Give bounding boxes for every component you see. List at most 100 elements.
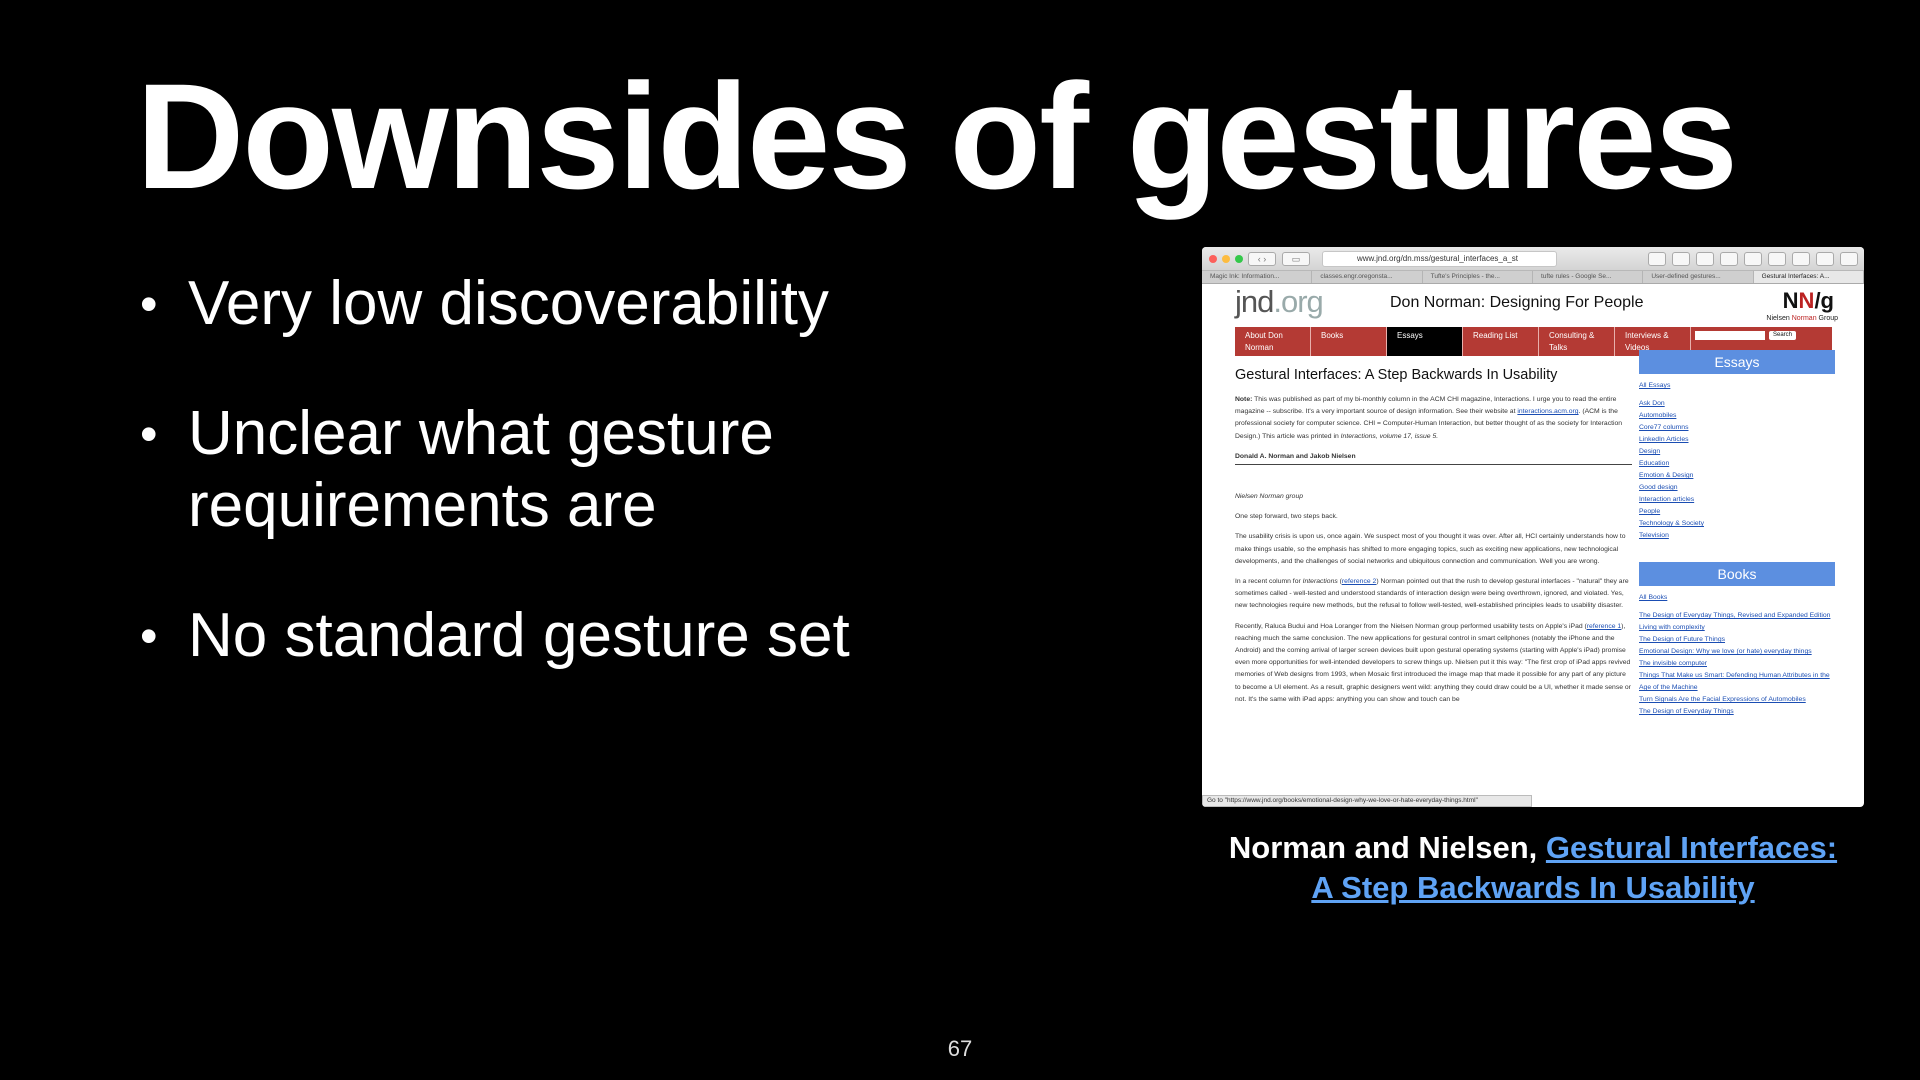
share-icon xyxy=(1840,252,1858,266)
books-all-link: All Books xyxy=(1639,594,1668,601)
site-search-button: Search xyxy=(1769,331,1797,340)
bullet-text: No standard gesture set xyxy=(188,601,850,670)
nng-logo: NN/g xyxy=(1783,288,1834,314)
download-icon xyxy=(1816,252,1834,266)
sidebar-icon: ▭ xyxy=(1282,252,1310,266)
address-bar: www.jnd.org/dn.mss/gestural_interfaces_a… xyxy=(1322,251,1557,267)
nng-n2: N xyxy=(1798,288,1815,313)
browser-status-bar: Go to "https://www.jnd.org/books/emotion… xyxy=(1202,795,1532,807)
browser-tab: classes.engr.oregonsta... xyxy=(1312,271,1423,283)
menu-item-consulting: Consulting & Talks xyxy=(1539,327,1615,356)
site-search-input xyxy=(1695,331,1765,340)
menu-item-essays: Essays xyxy=(1387,327,1463,356)
essay-link: Design xyxy=(1639,448,1661,455)
book-link: The invisible computer xyxy=(1639,660,1707,667)
browser-screenshot: ‹ › ▭ www.jnd.org/dn.mss/gestural_interf… xyxy=(1202,247,1864,807)
browser-tab: Magic Ink: Information... xyxy=(1202,271,1313,283)
web-page: jnd.org Don Norman: Designing For People… xyxy=(1202,284,1864,807)
essays-all-link: All Essays xyxy=(1639,382,1671,389)
bullet-item: • Unclear what gesture requirements are xyxy=(140,398,1000,542)
citation-caption: Norman and Nielsen, Gestural Interfaces:… xyxy=(1202,828,1864,908)
essay-link: Education xyxy=(1639,460,1670,467)
p4-link: reference 1 xyxy=(1586,622,1622,630)
essays-list: All Essays Ask Don Automobiles Core77 co… xyxy=(1639,380,1835,542)
article-paragraph: One step forward, two steps back. xyxy=(1235,513,1338,521)
book-link: Emotional Design: Why we love (or hate) … xyxy=(1639,648,1812,655)
bullet-item: • Very low discoverability xyxy=(140,268,1000,340)
caption-authors: Norman and Nielsen, xyxy=(1228,830,1538,865)
extension-icon xyxy=(1696,252,1714,266)
article-paragraph: Recently, Raluca Budui and Hoa Loranger … xyxy=(1235,621,1632,706)
sidebar-books-heading: Books xyxy=(1639,562,1835,586)
sidebar: Essays All Essays Ask Don Automobiles Co… xyxy=(1639,350,1835,718)
article-note: Note: This was published as part of my b… xyxy=(1235,394,1632,443)
article-paragraph: In a recent column for Interactions (ref… xyxy=(1235,576,1632,613)
essay-link: Technology & Society xyxy=(1639,520,1704,527)
books-list: All Books The Design of Everyday Things,… xyxy=(1639,592,1835,718)
page-number: 67 xyxy=(947,1036,973,1061)
p4-text-b: ), reaching much the same conclusion. Th… xyxy=(1235,622,1631,703)
sidebar-essays-heading: Essays xyxy=(1639,350,1835,374)
site-tagline: Don Norman: Designing For People xyxy=(1390,294,1644,311)
nng-sub-post: Group xyxy=(1816,315,1838,322)
slide-title: Downsides of gestures xyxy=(136,52,1738,220)
bullet-item: • No standard gesture set xyxy=(140,600,1000,672)
info-icon xyxy=(1648,252,1666,266)
logo-suffix: .org xyxy=(1273,284,1323,319)
citation-link-line2[interactable]: A Step Backwards In Usability xyxy=(1311,870,1754,905)
close-window-icon xyxy=(1209,255,1217,263)
nng-sub-norman: Norman xyxy=(1791,315,1817,322)
menu-item-about: About Don Norman xyxy=(1235,327,1311,356)
essay-link: Core77 columns xyxy=(1639,424,1689,431)
note-label: Note: xyxy=(1235,396,1253,403)
note-link: interactions.acm.org xyxy=(1517,408,1579,416)
citation-link-line1[interactable]: Gestural Interfaces: xyxy=(1546,830,1837,865)
p3-link: reference 2 xyxy=(1341,578,1377,586)
essay-link: Automobiles xyxy=(1639,412,1677,419)
zoom-window-icon xyxy=(1235,255,1243,263)
bullet-dot: • xyxy=(140,608,158,664)
note-italic: Interactions, volume 17, issue 5. xyxy=(1340,432,1439,440)
nng-subtitle: Nielsen Norman Group xyxy=(1766,315,1838,322)
essay-link: People xyxy=(1639,508,1661,515)
browser-tab: tufte rules - Google Se... xyxy=(1533,271,1644,283)
menu-item-reading-list: Reading List xyxy=(1463,327,1539,356)
article-paragraph: The usability crisis is upon us, once ag… xyxy=(1235,533,1626,565)
bullet-dot: • xyxy=(140,276,158,332)
essay-link: Good design xyxy=(1639,484,1678,491)
back-forward-icon: ‹ › xyxy=(1248,252,1276,266)
article-group: Nielsen Norman group xyxy=(1235,493,1304,501)
book-link: Things That Make us Smart: Defending Hum… xyxy=(1639,672,1830,691)
book-link: The Design of Everyday Things xyxy=(1639,708,1734,715)
document-icon xyxy=(1720,252,1738,266)
window-controls xyxy=(1209,255,1243,263)
minimize-window-icon xyxy=(1222,255,1230,263)
browser-tab-bar: Magic Ink: Information... classes.engr.o… xyxy=(1202,271,1864,284)
bullet-text: Unclear what gesture requirements are xyxy=(188,399,774,540)
jnd-logo: jnd.org xyxy=(1235,284,1324,320)
book-link: The Design of Everyday Things, Revised a… xyxy=(1639,612,1831,619)
article-byline: Donald A. Norman and Jakob Nielsen xyxy=(1235,451,1632,466)
nng-g: /g xyxy=(1814,288,1834,313)
p3-italic: Interactions xyxy=(1302,578,1338,586)
menu-item-books: Books xyxy=(1311,327,1387,356)
book-link: Turn Signals Are the Facial Expressions … xyxy=(1639,696,1806,703)
nng-n1: N xyxy=(1782,288,1799,313)
browser-tab: User-defined gestures... xyxy=(1643,271,1754,283)
reader-icon xyxy=(1672,252,1690,266)
essay-link: LinkedIn Articles xyxy=(1639,436,1689,443)
browser-tab-active: Gestural Interfaces: A... xyxy=(1753,271,1864,283)
book-link: The Design of Future Things xyxy=(1639,636,1726,643)
book-link: Living with complexity xyxy=(1639,624,1705,631)
bullet-dot: • xyxy=(140,406,158,462)
print-icon xyxy=(1768,252,1786,266)
nng-sub-pre: Nielsen xyxy=(1766,315,1792,322)
article-body: Note: This was published as part of my b… xyxy=(1235,394,1632,714)
essay-link: Television xyxy=(1639,532,1669,539)
browser-toolbar: ‹ › ▭ www.jnd.org/dn.mss/gestural_interf… xyxy=(1202,247,1864,271)
browser-tab: Tufte's Principles - the... xyxy=(1423,271,1533,283)
essay-link: Ask Don xyxy=(1639,400,1665,407)
toolbar-icons xyxy=(1648,252,1858,266)
essay-link: Interaction articles xyxy=(1639,496,1695,503)
bullet-list: • Very low discoverability • Unclear what … xyxy=(140,268,1000,730)
